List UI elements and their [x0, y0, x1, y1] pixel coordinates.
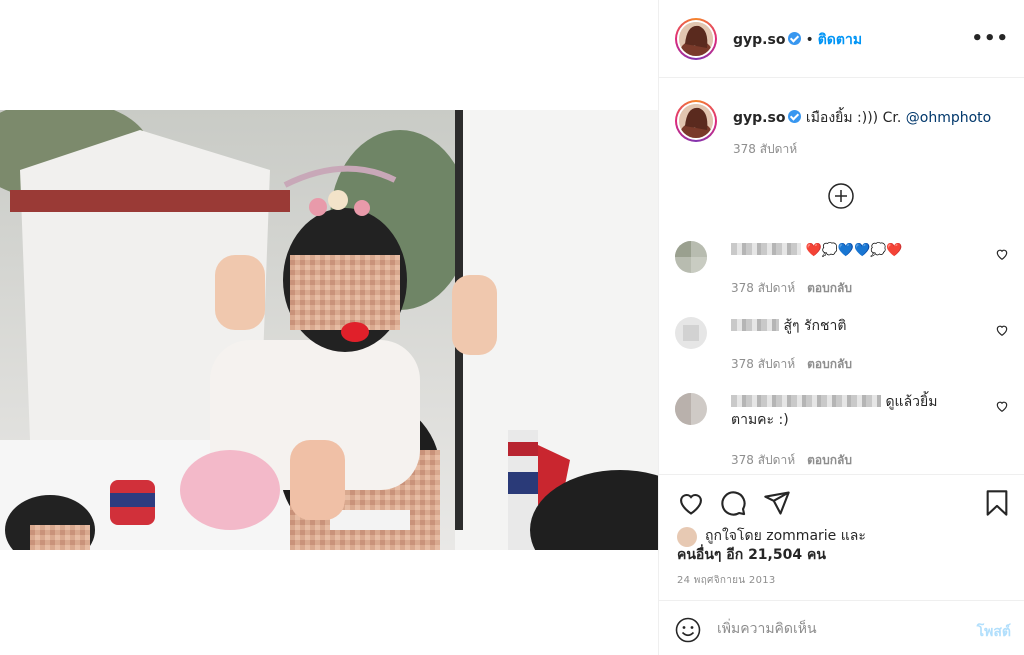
share-send-icon[interactable] [763, 489, 791, 517]
caption-body: เมืองยิ้ม :))) Cr. [805, 110, 902, 126]
commenter-name-blurred[interactable] [731, 395, 881, 407]
username-link[interactable]: gyp.so [733, 32, 785, 48]
comment-meta: 378 สัปดาห์ ตอบกลับ [731, 449, 852, 470]
comment-time: 378 สัปดาห์ [731, 357, 796, 371]
comment-time: 378 สัปดาห์ [731, 453, 796, 467]
post-media [0, 0, 658, 655]
separator-dot: • [805, 32, 814, 48]
comment-time: 378 สัปดาห์ [731, 281, 796, 295]
comment-body: ❤️💭💙💙💭❤️ [731, 241, 971, 260]
comment-text: สู้ๆ รักชาติ [783, 318, 847, 334]
emoji-icon[interactable] [675, 617, 701, 643]
caption-username[interactable]: gyp.so [733, 110, 785, 126]
comment-body: สู้ๆ รักชาติ [731, 317, 971, 335]
comment-like-heart-icon[interactable] [995, 399, 1009, 413]
post-side-panel: gyp.so • ติดตาม ••• gyp.so เมืองยิ้ม :))) … [658, 0, 1024, 655]
likes-line-2[interactable]: คนอื่นๆ อีก 21,504 คน [677, 546, 866, 565]
profile-avatar[interactable] [675, 18, 717, 60]
comment-composer: โพสต์ [659, 600, 1024, 655]
caption-text: gyp.so เมืองยิ้ม :))) Cr. @ohmphoto [733, 107, 1013, 129]
load-more-comments-icon[interactable] [827, 182, 855, 210]
comment-item: ดูแล้วยิ้มตามคะ :) 378 สัปดาห์ ตอบกลับ [675, 393, 1009, 469]
commenter-avatar[interactable] [675, 241, 707, 273]
comment-meta: 378 สัปดาห์ ตอบกลับ [731, 277, 852, 298]
mention-link[interactable]: @ohmphoto [906, 110, 991, 126]
verified-badge-icon [788, 110, 802, 123]
comment-text: ❤️💭💙💙💭❤️ [805, 243, 903, 258]
caption-time: 378 สัปดาห์ [733, 142, 798, 156]
post-header: gyp.so • ติดตาม ••• [659, 0, 1024, 78]
post-date[interactable]: 24 พฤศจิกายน 2013 [677, 573, 776, 588]
post-comment-button[interactable]: โพสต์ [977, 621, 1011, 643]
caption-row: gyp.so เมืองยิ้ม :))) Cr. @ohmphoto 378 … [675, 100, 1009, 160]
comment-like-heart-icon[interactable] [995, 247, 1009, 261]
commenter-avatar[interactable] [675, 317, 707, 349]
comment-item: สู้ๆ รักชาติ 378 สัปดาห์ ตอบกลับ [675, 317, 1009, 373]
comment-like-heart-icon[interactable] [995, 323, 1009, 337]
comment-bubble-icon[interactable] [719, 489, 747, 517]
commenter-name-blurred[interactable] [731, 243, 801, 255]
caption-avatar[interactable] [675, 100, 717, 142]
likes-summary: ถูกใจโดย zommarie และ คนอื่นๆ อีก 21,504… [677, 527, 866, 565]
save-bookmark-icon[interactable] [983, 489, 1011, 517]
comment-input[interactable] [717, 618, 947, 640]
comments-section: gyp.so เมืองยิ้ม :))) Cr. @ohmphoto 378 … [659, 79, 1024, 474]
post-photo[interactable] [0, 110, 658, 550]
instagram-post: gyp.so • ติดตาม ••• gyp.so เมืองยิ้ม :))) … [0, 0, 1024, 655]
comment-meta: 378 สัปดาห์ ตอบกลับ [731, 353, 852, 374]
header-user-line: gyp.so • ติดตาม [733, 29, 862, 51]
comment-body: ดูแล้วยิ้มตามคะ :) [731, 393, 951, 429]
more-horizontal-icon[interactable]: ••• [971, 28, 1009, 49]
follow-button[interactable]: ติดตาม [818, 32, 862, 48]
commenter-avatar[interactable] [675, 393, 707, 425]
commenter-name-blurred[interactable] [731, 319, 779, 331]
reply-button[interactable]: ตอบกลับ [807, 281, 852, 295]
post-actions: ถูกใจโดย zommarie และ คนอื่นๆ อีก 21,504… [659, 474, 1024, 600]
like-heart-icon[interactable] [677, 489, 705, 517]
likes-line-1[interactable]: ถูกใจโดย zommarie และ [677, 527, 866, 546]
liker-avatar[interactable] [677, 527, 697, 547]
reply-button[interactable]: ตอบกลับ [807, 357, 852, 371]
comment-item: ❤️💭💙💙💭❤️ 378 สัปดาห์ ตอบกลับ [675, 241, 1009, 297]
reply-button[interactable]: ตอบกลับ [807, 453, 852, 467]
verified-badge-icon [788, 32, 802, 45]
